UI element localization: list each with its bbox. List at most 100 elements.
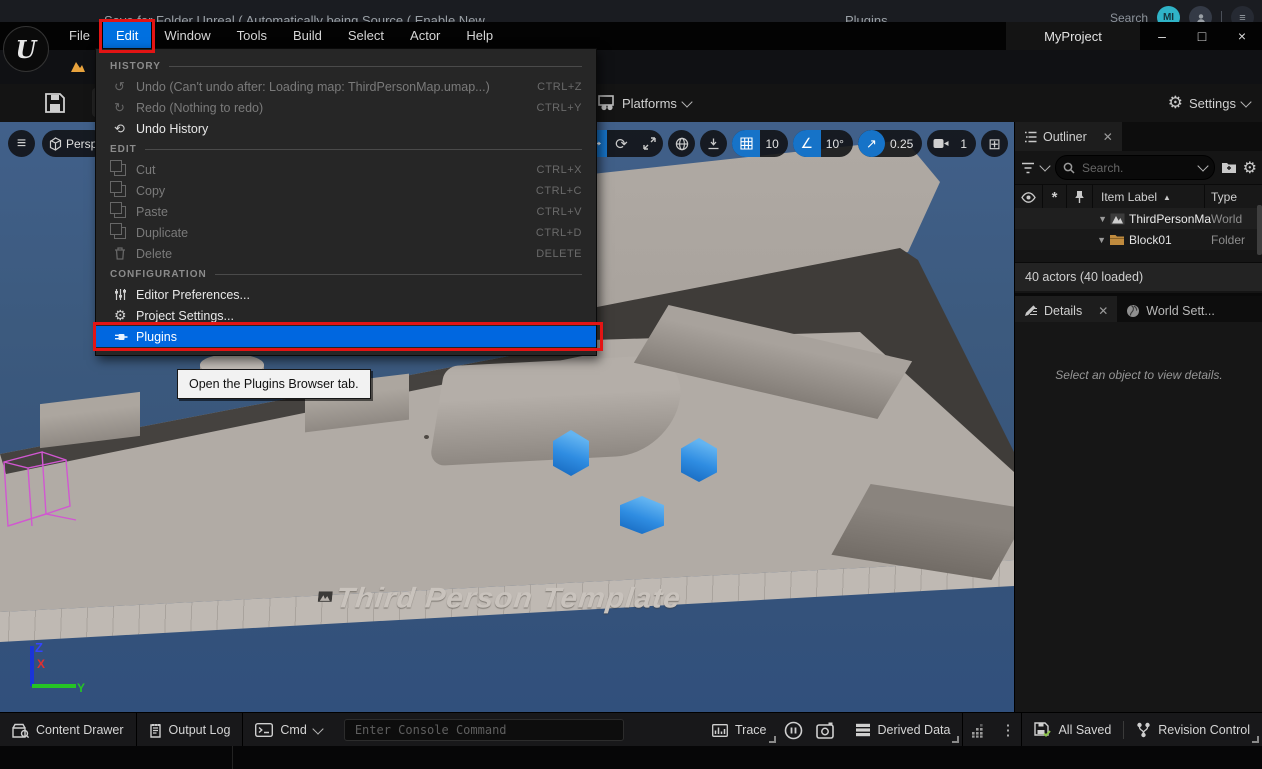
table-row[interactable]: ▼ Block01 Folder [1015, 229, 1262, 250]
wireframe-volume [0, 434, 78, 530]
close-icon[interactable]: ✕ [1103, 130, 1113, 144]
menu-tools[interactable]: Tools [224, 22, 280, 50]
grid-snap-control[interactable]: 10 [732, 130, 787, 157]
chevron-down-icon [312, 723, 323, 734]
tab-details[interactable]: Details ✕ [1015, 296, 1117, 325]
menu-item-label: Delete [136, 247, 536, 261]
cmd-dropdown[interactable]: Cmd [243, 713, 333, 747]
viewport-layout-button[interactable]: ⊞ [981, 130, 1008, 157]
menu-window[interactable]: Window [151, 22, 223, 50]
table-row[interactable]: ▼ ThirdPersonMap World [1015, 208, 1262, 229]
world-local-toggle[interactable] [668, 130, 695, 157]
derived-data-icon [855, 723, 871, 737]
outliner-tabbar: Outliner ✕ [1015, 122, 1262, 151]
paste-icon [114, 206, 136, 218]
console-command-field[interactable] [344, 719, 624, 741]
scene-title-label: Third Person Template [334, 583, 682, 614]
type-header-text: Type [1211, 190, 1237, 204]
menu-file[interactable]: File [56, 22, 103, 50]
surface-snapping-button[interactable] [700, 130, 727, 157]
menu-item-project-settings[interactable]: ⚙ Project Settings... [96, 305, 596, 326]
outliner-search[interactable] [1055, 155, 1215, 180]
row-type: Folder [1211, 233, 1262, 247]
add-folder-icon[interactable] [1221, 161, 1237, 174]
resource-usage-button[interactable] [963, 713, 994, 747]
menu-item-undo-history[interactable]: ⟲ Undo History [96, 118, 596, 139]
chevron-down-icon[interactable]: ▼ [1098, 214, 1107, 224]
unreal-logo[interactable]: U [3, 26, 49, 72]
menu-build[interactable]: Build [280, 22, 335, 50]
menu-item-label: Cut [136, 163, 537, 177]
rotation-snap-control[interactable]: ∠ 10° [793, 130, 853, 157]
globe-icon [675, 137, 689, 151]
menu-item-undo[interactable]: ↺ Undo (Can't undo after: Loading map: T… [96, 76, 596, 97]
menu-item-copy[interactable]: Copy CTRL+C [96, 180, 596, 201]
menu-item-paste[interactable]: Paste CTRL+V [96, 201, 596, 222]
rotate-tool-button[interactable]: ⟳ [607, 130, 635, 157]
close-icon[interactable]: ✕ [1098, 304, 1108, 318]
platforms-label: Platforms [622, 96, 677, 111]
kebab-menu-icon[interactable]: ⋮ [994, 713, 1021, 747]
camera-speed-control[interactable]: 1 [927, 130, 976, 157]
revision-control-button[interactable]: Revision Control [1124, 713, 1262, 747]
save-button[interactable] [44, 92, 66, 114]
menu-item-delete[interactable]: Delete DELETE [96, 243, 596, 264]
avatar[interactable]: MI [1157, 6, 1180, 22]
delete-icon [114, 247, 136, 260]
menu-edit[interactable]: Edit [103, 22, 151, 50]
angle-snap-icon: ∠ [793, 130, 821, 157]
pin-column-header[interactable] [1067, 185, 1093, 209]
menu-item-label: Plugins [136, 330, 582, 344]
menu-help[interactable]: Help [453, 22, 506, 50]
console-command-input[interactable] [353, 722, 615, 738]
trace-button[interactable]: Trace [700, 713, 779, 747]
search-options-chevron-icon[interactable] [1197, 160, 1208, 171]
close-button[interactable]: × [1222, 22, 1262, 50]
menu-select[interactable]: Select [335, 22, 397, 50]
screenshot-button[interactable] [808, 713, 843, 747]
menu-item-shortcut: CTRL+C [536, 185, 582, 197]
outliner-settings-gear-icon[interactable]: ⚙ [1243, 158, 1257, 178]
minimize-button[interactable]: – [1142, 22, 1182, 50]
menu-item-duplicate[interactable]: Duplicate CTRL+D [96, 222, 596, 243]
outliner-scrollbar[interactable] [1257, 205, 1262, 255]
section-edit-label: EDIT [110, 144, 137, 155]
scale-snap-control[interactable]: ↗ 0.25 [858, 130, 922, 157]
duplicate-icon [114, 227, 136, 239]
menu-item-cut[interactable]: Cut CTRL+X [96, 159, 596, 180]
filter-chevron-icon[interactable] [1039, 160, 1050, 171]
scale-icon [643, 137, 656, 150]
axis-gizmo: Z X Y [22, 640, 86, 698]
tab-world-settings[interactable]: World Sett... [1117, 296, 1224, 325]
menu-item-editor-preferences[interactable]: Editor Preferences... [96, 284, 596, 305]
outliner-icon [1024, 131, 1037, 143]
title-bar: File Edit Window Tools Build Select Acto… [0, 22, 1262, 50]
menu-item-label: Project Settings... [136, 309, 582, 323]
platforms-button[interactable]: Platforms [598, 84, 691, 122]
tab-outliner[interactable]: Outliner ✕ [1015, 122, 1122, 151]
avatar-secondary[interactable] [1189, 6, 1212, 22]
content-drawer-button[interactable]: Content Drawer [0, 713, 136, 747]
chevron-down-icon[interactable]: ▼ [1097, 235, 1106, 245]
browser-menu-icon[interactable]: ≡ [1231, 6, 1254, 22]
item-label-column-header[interactable]: Item Label ▲ [1093, 185, 1205, 209]
derived-data-button[interactable]: Derived Data [843, 713, 963, 747]
type-column-header[interactable]: Type [1205, 185, 1262, 209]
menu-actor[interactable]: Actor [397, 22, 453, 50]
scale-tool-button[interactable] [635, 130, 663, 157]
all-saved-button[interactable]: All Saved [1022, 713, 1123, 747]
menu-item-plugins[interactable]: Plugins [96, 326, 596, 347]
outliner-search-input[interactable] [1080, 160, 1194, 176]
output-log-button[interactable]: Output Log [137, 713, 243, 747]
camera-icon [927, 130, 955, 157]
visibility-column-header[interactable] [1015, 185, 1043, 209]
insights-button[interactable] [779, 713, 808, 747]
menu-item-redo[interactable]: ↻ Redo (Nothing to redo) CTRL+Y [96, 97, 596, 118]
filter-icon[interactable] [1021, 162, 1035, 174]
maximize-button[interactable]: □ [1182, 22, 1222, 50]
details-tab-label: Details [1044, 304, 1082, 318]
settings-button[interactable]: ⚙ Settings [1168, 84, 1250, 122]
star-column-header[interactable]: * [1043, 185, 1067, 209]
viewport-options-button[interactable]: ≡ [8, 130, 35, 157]
row-type: World [1211, 212, 1262, 226]
